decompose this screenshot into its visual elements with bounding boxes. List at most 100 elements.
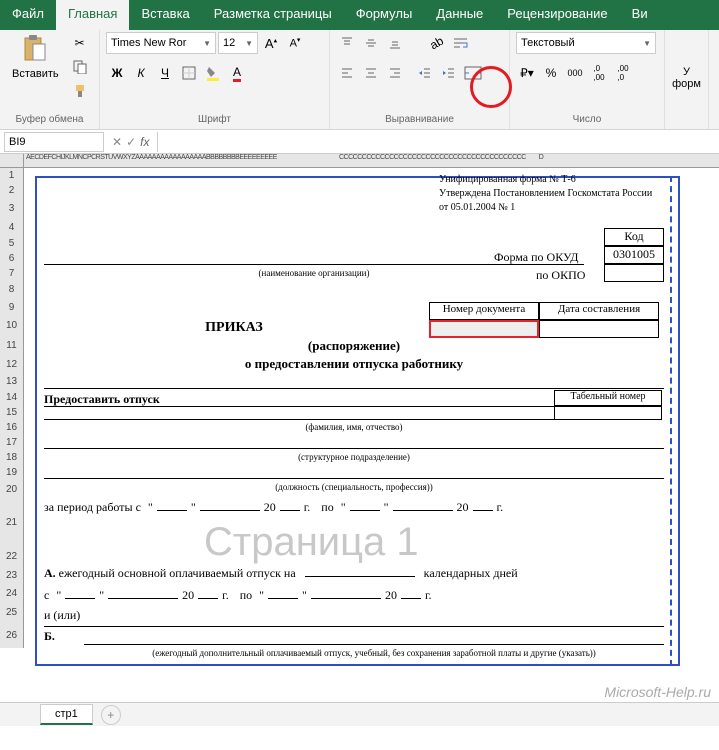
- formula-input[interactable]: [157, 132, 719, 152]
- indent-inc-icon: [442, 66, 456, 80]
- indent-dec-icon: [418, 66, 432, 80]
- tab-file[interactable]: Файл: [0, 0, 56, 30]
- borders-button[interactable]: [178, 62, 200, 84]
- docdate-cell[interactable]: [539, 320, 659, 338]
- worksheet[interactable]: AECDEFCHIJKLMNCPCRSTUVWXYZAAAAAAAAAAAAAA…: [0, 154, 719, 726]
- orientation-icon: ab: [428, 34, 447, 53]
- indent-inc-button[interactable]: [438, 62, 460, 84]
- enter-fx-button[interactable]: ✓: [126, 135, 136, 149]
- conditional-format-label[interactable]: У форм: [672, 66, 701, 90]
- copy-button[interactable]: [69, 56, 91, 78]
- paste-icon: [19, 34, 51, 66]
- cut-button[interactable]: ✂: [69, 32, 91, 54]
- italic-button[interactable]: К: [130, 62, 152, 84]
- dec-decimal-button[interactable]: ,00,0: [612, 62, 634, 84]
- okud-label: Форма по ОКУД: [494, 250, 578, 265]
- inc-decimal-button[interactable]: ,0,00: [588, 62, 610, 84]
- tab-data[interactable]: Данные: [424, 0, 495, 30]
- copy-icon: [73, 60, 87, 74]
- section-a-dates: с "" 20 г. по "" 20 г.: [44, 588, 432, 603]
- number-group-label: Число: [516, 112, 658, 127]
- align-bottom-icon: [388, 36, 402, 50]
- fx-icon[interactable]: fx: [140, 135, 149, 149]
- scissors-icon: ✂: [75, 36, 85, 50]
- cancel-fx-button[interactable]: ✕: [112, 135, 122, 149]
- ribbon-tabs: Файл Главная Вставка Разметка страницы Ф…: [0, 0, 719, 30]
- andor: и (или): [44, 608, 80, 623]
- percent-button[interactable]: %: [540, 62, 562, 84]
- percent-icon: %: [546, 66, 557, 80]
- borders-icon: [182, 66, 196, 80]
- italic-icon: К: [137, 66, 144, 80]
- thousands-icon: 000: [567, 68, 582, 78]
- wrap-icon: [453, 36, 469, 50]
- page-margin-dash: [670, 176, 672, 666]
- currency-button[interactable]: ₽▾: [516, 62, 538, 84]
- column-headers[interactable]: AECDEFCHIJKLMNCPCRSTUVWXYZAAAAAAAAAAAAAA…: [24, 154, 719, 167]
- extra-line[interactable]: [84, 644, 664, 645]
- font-color-button[interactable]: А: [226, 62, 248, 84]
- okud-value[interactable]: 0301005: [604, 246, 664, 264]
- underline-icon: Ч: [161, 66, 169, 80]
- indent-dec-button[interactable]: [414, 62, 436, 84]
- okpo-value[interactable]: [604, 264, 664, 282]
- dept-label: (структурное подразделение): [44, 452, 664, 462]
- orientation-button[interactable]: ab: [426, 32, 448, 54]
- period-row: за период работы с "" 20 г. по "" 20 г.: [44, 500, 503, 515]
- number-format-combo[interactable]: Текстовый▼: [516, 32, 656, 54]
- org-label: (наименование организации): [44, 268, 584, 278]
- font-size-combo[interactable]: 12▼: [218, 32, 258, 54]
- paste-label: Вставить: [12, 68, 59, 80]
- inc-decimal-icon: ,0,00: [593, 64, 604, 82]
- align-center-button[interactable]: [360, 62, 382, 84]
- wrap-button[interactable]: [450, 32, 472, 54]
- selected-cell[interactable]: [429, 320, 539, 338]
- fio-line[interactable]: [44, 406, 554, 420]
- tab-home[interactable]: Главная: [56, 0, 129, 30]
- dec-decimal-icon: ,00,0: [617, 64, 628, 82]
- sheet-tab-1[interactable]: стр1: [40, 704, 93, 725]
- bold-button[interactable]: Ж: [106, 62, 128, 84]
- paste-button[interactable]: Вставить: [6, 32, 65, 82]
- tab-formulas[interactable]: Формулы: [344, 0, 425, 30]
- formula-bar: BI9 ✕ ✓ fx: [0, 130, 719, 154]
- grant-label: Предоставить отпуск: [44, 392, 160, 407]
- tab-page-layout[interactable]: Разметка страницы: [202, 0, 344, 30]
- decrease-font-icon: A▾: [290, 36, 301, 50]
- tabnum-header: Табельный номер: [554, 390, 662, 406]
- align-middle-button[interactable]: [360, 32, 382, 54]
- align-right-icon: [388, 66, 402, 80]
- tab-insert[interactable]: Вставка: [129, 0, 201, 30]
- thousands-button[interactable]: 000: [564, 62, 586, 84]
- sheet-tabs: стр1 +: [0, 702, 719, 726]
- bold-icon: Ж: [112, 66, 123, 80]
- align-right-button[interactable]: [384, 62, 406, 84]
- dept-line[interactable]: [44, 448, 664, 449]
- fio-label: (фамилия, имя, отчество): [44, 422, 664, 432]
- align-top-button[interactable]: [336, 32, 358, 54]
- font-name-combo[interactable]: Times New Ror▼: [106, 32, 216, 54]
- kod-header: Код: [604, 228, 664, 246]
- select-all-corner[interactable]: [0, 154, 24, 167]
- merge-highlight-circle: [470, 66, 512, 108]
- underline-button[interactable]: Ч: [154, 62, 176, 84]
- align-center-icon: [364, 66, 378, 80]
- tab-review[interactable]: Рецензирование: [495, 0, 619, 30]
- fill-color-button[interactable]: [202, 62, 224, 84]
- increase-font-button[interactable]: A▴: [260, 32, 282, 54]
- tab-view[interactable]: Ви: [620, 0, 660, 30]
- org-line[interactable]: [44, 264, 584, 265]
- align-bottom-button[interactable]: [384, 32, 406, 54]
- ribbon: Вставить ✂ Буфер обмена Times New Ror▼ 1…: [0, 30, 719, 130]
- font-group-label: Шрифт: [106, 112, 323, 127]
- name-box[interactable]: BI9: [4, 132, 104, 152]
- format-painter-button[interactable]: [69, 80, 91, 102]
- section-a: А. ежегодный основной оплачиваемый отпус…: [44, 566, 518, 581]
- decrease-font-button[interactable]: A▾: [284, 32, 306, 54]
- tabnum-cell[interactable]: [554, 406, 662, 420]
- align-left-button[interactable]: [336, 62, 358, 84]
- brush-icon: [73, 84, 87, 98]
- job-line[interactable]: [44, 478, 664, 479]
- section-b: Б.: [44, 626, 664, 644]
- add-sheet-button[interactable]: +: [101, 705, 121, 725]
